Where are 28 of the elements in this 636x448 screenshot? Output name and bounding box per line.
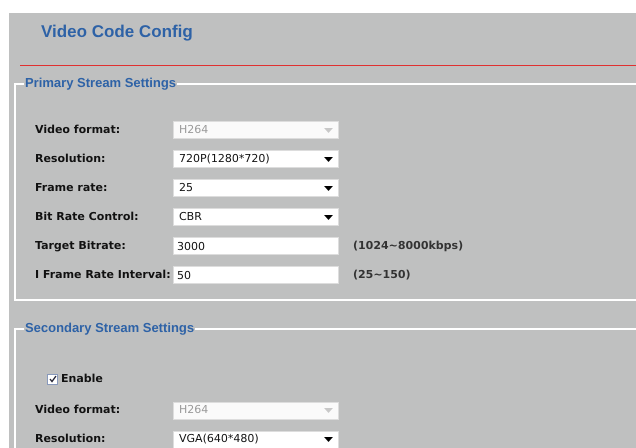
caret-icon (324, 128, 333, 132)
group-legend: Primary Stream Settings (24, 75, 178, 91)
field-label: Resolution: (35, 431, 106, 448)
caret-icon (324, 186, 333, 190)
dropdown[interactable]: 720P(1280*720) (173, 150, 339, 168)
caret-icon (324, 408, 333, 413)
field-label: Resolution: (35, 150, 106, 167)
range-hint: (25~150) (353, 266, 411, 283)
page-title: Video Code Config (41, 22, 193, 41)
checkbox[interactable] (47, 374, 58, 385)
caret-icon (324, 437, 333, 442)
check-icon (48, 375, 56, 384)
field-label: Video format: (35, 402, 122, 418)
field-label: Video format: (35, 122, 122, 138)
input-field[interactable]: 3000 (173, 237, 339, 255)
group-legend: Secondary Stream Settings (24, 320, 196, 336)
field-label: Frame rate: (35, 180, 108, 196)
field-label: Bit Rate Control: (35, 208, 140, 225)
enable-label: Enable (61, 371, 103, 387)
dropdown[interactable]: VGA(640*480) (173, 430, 339, 448)
range-hint: (1024~8000kbps) (353, 238, 464, 254)
dropdown[interactable]: CBR (173, 208, 339, 226)
caret-icon (324, 214, 333, 220)
caret-icon (324, 156, 333, 162)
field-label: Target Bitrate: (35, 238, 127, 254)
field-label: I Frame Rate Interval: (35, 266, 172, 283)
input-field[interactable]: 50 (173, 266, 339, 284)
dropdown[interactable]: 25 (173, 179, 339, 197)
